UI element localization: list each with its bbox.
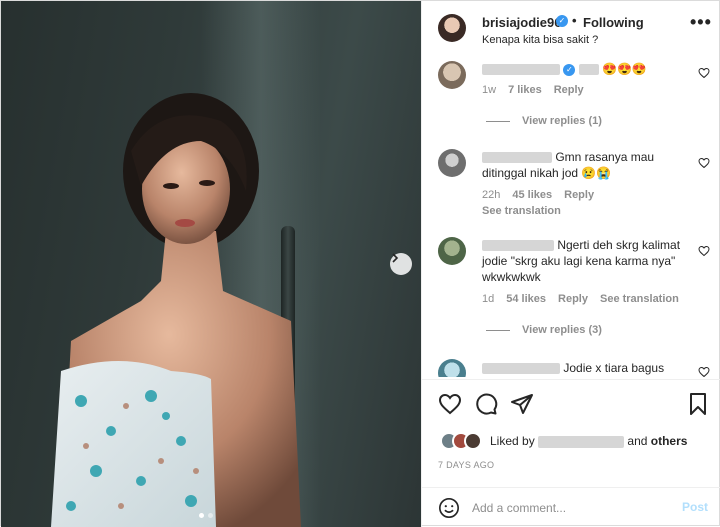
comment-emoji: 😍😍😍 bbox=[602, 62, 647, 76]
reply-button[interactable]: Reply bbox=[554, 84, 584, 96]
comment-meta: 22h 45 likes Reply bbox=[482, 189, 594, 201]
post-modal: brisiajodie96 ✓ • Following ••• Kenapa k… bbox=[0, 0, 720, 527]
photo-subject-illustration bbox=[51, 93, 301, 527]
comment-like-icon[interactable] bbox=[698, 366, 710, 377]
view-replies-button[interactable]: View replies (1) bbox=[486, 115, 602, 127]
post-caption: Kenapa kita bisa sakit ? bbox=[482, 34, 599, 46]
post-date[interactable]: 7 DAYS AGO bbox=[438, 460, 494, 470]
comment-like-icon[interactable] bbox=[698, 67, 710, 79]
blurred-username bbox=[482, 152, 552, 164]
comment-likes[interactable]: 54 likes bbox=[506, 293, 546, 305]
comment-text: Ngerti deh skrg kalimat jodie "skrg aku … bbox=[482, 237, 687, 285]
comment-meta: 1d 54 likes Reply See translation bbox=[482, 293, 679, 305]
verified-badge-icon: ✓ bbox=[563, 63, 576, 76]
smiley-icon[interactable] bbox=[438, 497, 460, 519]
blurred-liker-username[interactable] bbox=[538, 435, 625, 448]
comment-body: Jodie x tiara bagus bbox=[563, 361, 665, 375]
view-replies-button[interactable]: View replies (3) bbox=[486, 324, 602, 336]
commenter-avatar[interactable] bbox=[438, 359, 466, 377]
more-options-icon[interactable]: ••• bbox=[690, 12, 712, 33]
post-photo bbox=[1, 1, 421, 527]
liked-by-conjunction: and bbox=[627, 434, 648, 448]
comment-emoji: 😢😭 bbox=[581, 166, 612, 180]
comment-likes[interactable]: 7 likes bbox=[508, 84, 542, 96]
heart-icon[interactable] bbox=[438, 392, 462, 416]
comment-bubble-icon[interactable] bbox=[474, 392, 498, 416]
replies-line bbox=[486, 120, 510, 122]
post-sidebar: brisiajodie96 ✓ • Following ••• Kenapa k… bbox=[421, 1, 720, 527]
comment-text: Gmn rasanya mau ditinggal nikah jod 😢😭 bbox=[482, 149, 687, 181]
liked-by-avatars[interactable] bbox=[440, 432, 482, 450]
chevron-right-icon bbox=[392, 253, 399, 263]
post-actions: Liked by and others 7 DAYS AGO bbox=[422, 379, 720, 485]
header-separator: • bbox=[572, 13, 577, 28]
comment-likes[interactable]: 45 likes bbox=[512, 189, 552, 201]
liked-by-text: Liked by and others bbox=[490, 434, 687, 448]
carousel-dots bbox=[199, 513, 213, 518]
replies-line bbox=[486, 329, 510, 331]
blurred-username bbox=[482, 64, 560, 76]
comment-age: 22h bbox=[482, 189, 501, 201]
commenter-avatar[interactable] bbox=[438, 237, 466, 265]
view-replies-label: View replies (1) bbox=[522, 115, 602, 127]
next-photo-button[interactable] bbox=[390, 253, 412, 275]
blurred-username bbox=[578, 64, 599, 76]
reply-button[interactable]: Reply bbox=[558, 293, 588, 305]
author-username[interactable]: brisiajodie96 bbox=[482, 15, 561, 30]
bookmark-icon[interactable] bbox=[686, 392, 710, 416]
comment-age: 1w bbox=[482, 84, 497, 96]
liked-by-others[interactable]: others bbox=[651, 434, 688, 448]
comment-age: 1d bbox=[482, 293, 495, 305]
view-replies-label: View replies (3) bbox=[522, 324, 602, 336]
comment-input[interactable] bbox=[472, 498, 672, 518]
post-header: brisiajodie96 ✓ • Following ••• Kenapa k… bbox=[422, 1, 720, 55]
commenter-avatar[interactable] bbox=[438, 149, 466, 177]
add-comment-bar: Post bbox=[422, 487, 720, 527]
paper-plane-icon[interactable] bbox=[510, 392, 534, 416]
comment-like-icon[interactable] bbox=[698, 245, 710, 257]
following-button[interactable]: Following bbox=[583, 15, 644, 30]
comment-like-icon[interactable] bbox=[698, 157, 710, 169]
liked-by-prefix: Liked by bbox=[490, 434, 535, 448]
comment-text: ✓ 😍😍😍 bbox=[482, 61, 687, 77]
blurred-username bbox=[482, 240, 554, 252]
carousel-dot bbox=[208, 513, 213, 518]
author-avatar[interactable] bbox=[438, 14, 466, 42]
post-comment-button[interactable]: Post bbox=[682, 500, 708, 514]
liker-avatar bbox=[464, 432, 482, 450]
reply-button[interactable]: Reply bbox=[564, 189, 594, 201]
blurred-username bbox=[482, 363, 560, 375]
commenter-avatar[interactable] bbox=[438, 61, 466, 89]
carousel-dot-active bbox=[199, 513, 204, 518]
comments-list[interactable]: ✓ 😍😍😍 1w 7 likes Reply View replies (1) bbox=[422, 57, 720, 377]
see-translation-button[interactable]: See translation bbox=[482, 205, 561, 217]
verified-badge-icon: ✓ bbox=[556, 15, 568, 27]
comment-meta: 1w 7 likes Reply bbox=[482, 84, 584, 96]
comment-text: Jodie x tiara bagus bbox=[482, 360, 687, 376]
see-translation-button[interactable]: See translation bbox=[600, 293, 679, 305]
